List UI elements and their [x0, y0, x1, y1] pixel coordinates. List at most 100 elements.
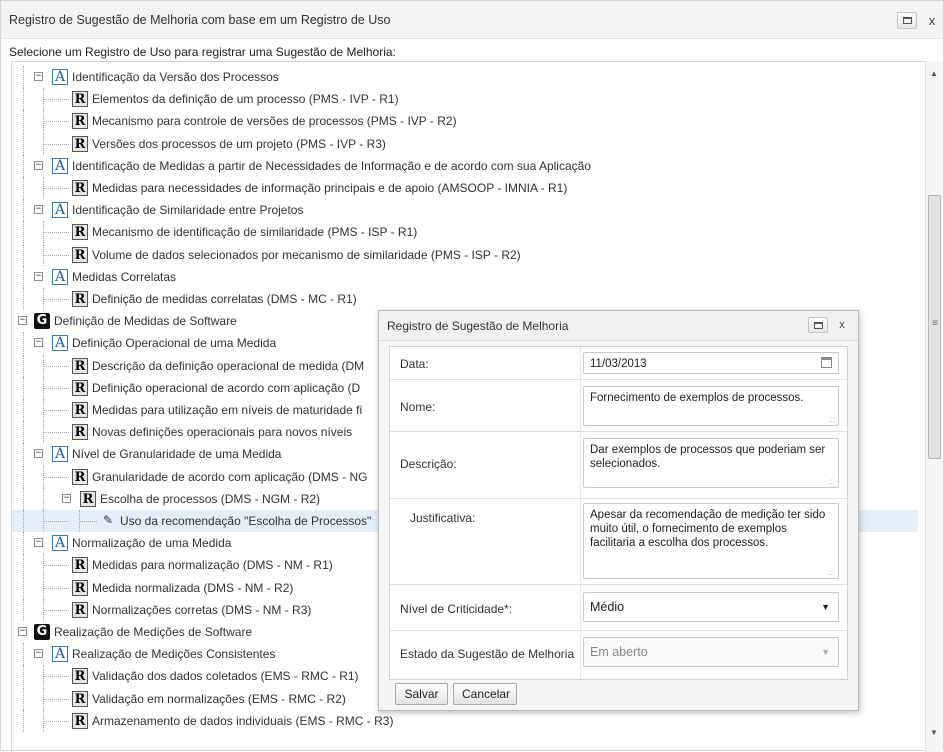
- collapse-icon[interactable]: −: [18, 316, 27, 326]
- tree-row-label: Medidas para normalização (DMS - NM - R1…: [92, 558, 333, 573]
- tree-row-label: Definição operacional de acordo com apli…: [92, 380, 361, 395]
- activity-a-icon: A: [52, 202, 68, 219]
- collapse-icon[interactable]: −: [34, 72, 43, 81]
- descricao-value: Dar exemplos de processos que poderiam s…: [590, 444, 826, 470]
- tree-row[interactable]: R Armazenamento de dados individuais (EMS…: [12, 709, 918, 732]
- descricao-label: Descrição:: [400, 457, 457, 471]
- tree-row-label: Escolha de processos (DMS - NGM - R2): [100, 491, 321, 506]
- recommendation-r-icon: R: [72, 357, 88, 374]
- maximize-icon: [813, 322, 823, 329]
- criticidade-select[interactable]: Médio ▼: [583, 592, 839, 622]
- instruction-label: Selecione um Registro de Uso para regist…: [9, 45, 396, 59]
- window-titlebar: Registro de Sugestão de Melhoria com bas…: [1, 1, 943, 39]
- row-justificativa: Justificativa: Apesar da recomendação de…: [390, 499, 847, 585]
- tree-row-label: Validação dos dados coletados (EMS - RMC…: [92, 669, 359, 684]
- scrollbar-thumb[interactable]: ≡: [928, 195, 941, 459]
- window-title: Registro de Sugestão de Melhoria com bas…: [9, 13, 391, 27]
- resize-grip-icon[interactable]: .::: [828, 415, 835, 424]
- calendar-icon[interactable]: [821, 357, 832, 368]
- collapse-icon[interactable]: −: [34, 338, 43, 348]
- collapse-icon[interactable]: −: [34, 538, 43, 548]
- tree-row-label: Definição de medidas correlatas (DMS - M…: [92, 292, 357, 306]
- descricao-textarea[interactable]: Dar exemplos de processos que poderiam s…: [583, 438, 839, 488]
- tree-row[interactable]: R Mecanismo para controle de versões de p…: [12, 110, 918, 133]
- scroll-down-arrow-icon[interactable]: ▼: [930, 728, 938, 737]
- tree-row[interactable]: R Versões dos processos de um projeto (PM…: [12, 132, 918, 155]
- cancelar-button[interactable]: Cancelar: [453, 683, 517, 705]
- justificativa-value: Apesar da recomendação de medição ter si…: [590, 509, 826, 549]
- tree-row-label: Elementos da definição de um processo (P…: [92, 92, 399, 107]
- maximize-button[interactable]: [897, 12, 917, 29]
- collapse-icon[interactable]: −: [62, 493, 71, 503]
- tree-row[interactable]: R Definição de medidas correlatas (DMS - …: [12, 288, 918, 310]
- collapse-icon[interactable]: −: [34, 449, 43, 459]
- tree-row-label: Mecanismo de identificação de similarida…: [92, 225, 418, 240]
- collapse-icon[interactable]: −: [18, 627, 27, 636]
- tree-row-label: Uso da recomendação "Escolha de Processo…: [120, 514, 372, 528]
- tree-row[interactable]: R Mecanismo de identificação de similarid…: [12, 221, 918, 244]
- recommendation-r-icon: R: [72, 402, 88, 418]
- dropdown-arrow-icon[interactable]: ▼: [821, 647, 830, 657]
- dialog-form: Data: 11/03/2013 Nome: Fornecimento de e…: [389, 346, 848, 680]
- dialog-title: Registro de Sugestão de Melhoria: [387, 319, 569, 333]
- estado-label: Estado da Sugestão de Melhoria: [400, 647, 575, 661]
- maximize-icon: [902, 17, 912, 24]
- tree-row-label: Versões dos processos de um projeto (PMS…: [92, 136, 386, 151]
- tree-row-label: Nível de Granularidade de uma Medida: [72, 447, 282, 462]
- recommendation-r-icon: R: [72, 135, 88, 152]
- nome-textarea[interactable]: Fornecimento de exemplos de processos. .…: [583, 386, 839, 426]
- criticidade-label: Nível de Criticidade*:: [400, 602, 513, 616]
- tree-row-label: Normalizações corretas (DMS - NM - R3): [92, 602, 312, 617]
- activity-a-icon: A: [52, 535, 68, 552]
- grip-icon: ≡: [932, 318, 938, 329]
- collapse-icon[interactable]: −: [34, 271, 43, 281]
- scroll-up-arrow-icon[interactable]: ▲: [930, 69, 938, 78]
- row-descricao: Descrição: Dar exemplos de processos que…: [390, 432, 847, 499]
- tree-row-label: Identificação da Versão dos Processos: [72, 70, 279, 84]
- tree-row-label: Medidas para utilização em níveis de mat…: [92, 403, 363, 417]
- goal-g-icon: G: [34, 313, 50, 330]
- recommendation-r-icon: R: [72, 379, 88, 396]
- tree-row-label: Identificação de Medidas a partir de Nec…: [72, 158, 591, 173]
- activity-a-icon: A: [52, 157, 68, 174]
- collapse-icon[interactable]: −: [34, 649, 43, 659]
- tree-row[interactable]: R Elementos da definição de um processo (…: [12, 88, 918, 111]
- activity-a-icon: A: [52, 646, 68, 663]
- tree-row[interactable]: R Medidas para necessidades de informação…: [12, 177, 918, 199]
- estado-select[interactable]: Em aberto ▼: [583, 637, 839, 667]
- collapse-icon[interactable]: −: [34, 205, 43, 215]
- tree-row[interactable]: − A Identificação de Medidas a partir de N…: [12, 154, 918, 177]
- tree-row[interactable]: − A Identificação de Similaridade entre Pr…: [12, 199, 918, 222]
- tree-row[interactable]: − A Identificação da Versão dos Processos: [12, 66, 918, 88]
- justificativa-textarea[interactable]: Apesar da recomendação de medição ter si…: [583, 503, 839, 579]
- goal-g-icon: G: [34, 624, 50, 640]
- nome-value: Fornecimento de exemplos de processos.: [590, 392, 804, 404]
- tree-row-label: Armazenamento de dados individuais (EMS …: [92, 713, 394, 728]
- recommendation-r-icon: R: [72, 224, 88, 241]
- tree-row-label: Descrição da definição operacional de me…: [92, 358, 365, 373]
- collapse-icon[interactable]: −: [34, 160, 43, 170]
- dialog-titlebar: Registro de Sugestão de Melhoria x: [379, 311, 858, 341]
- resize-grip-icon[interactable]: ...: [828, 568, 835, 577]
- justificativa-label: Justificativa:: [410, 511, 476, 525]
- row-estado: Estado da Sugestão de Melhoria Em aberto…: [390, 631, 847, 679]
- date-field[interactable]: 11/03/2013: [583, 352, 839, 374]
- tree-row[interactable]: R Volume de dados selecionados por mecani…: [12, 243, 918, 266]
- dialog-maximize-button[interactable]: [808, 317, 828, 333]
- tree-row-label: Mecanismo para controle de versões de pr…: [92, 114, 457, 129]
- recommendation-r-icon: R: [72, 246, 88, 263]
- salvar-button[interactable]: Salvar: [395, 683, 448, 705]
- main-window: Registro de Sugestão de Melhoria com bas…: [0, 0, 944, 752]
- resize-grip-icon[interactable]: .::: [828, 477, 835, 486]
- dialog-close-button[interactable]: x: [833, 317, 851, 333]
- tree-row[interactable]: − A Medidas Correlatas: [12, 265, 918, 288]
- recommendation-r-icon: R: [72, 668, 88, 685]
- recommendation-r-icon: R: [72, 180, 88, 196]
- tree-scrollbar[interactable]: ▲ ≡ ▼: [925, 61, 943, 752]
- dropdown-arrow-icon[interactable]: ▼: [821, 602, 830, 612]
- recommendation-r-icon: R: [72, 712, 88, 729]
- recommendation-r-icon: R: [72, 113, 88, 130]
- activity-a-icon: A: [52, 268, 68, 285]
- close-button[interactable]: x: [923, 12, 941, 29]
- tree-row-label: Medida normalizada (DMS - NM - R2): [92, 580, 294, 595]
